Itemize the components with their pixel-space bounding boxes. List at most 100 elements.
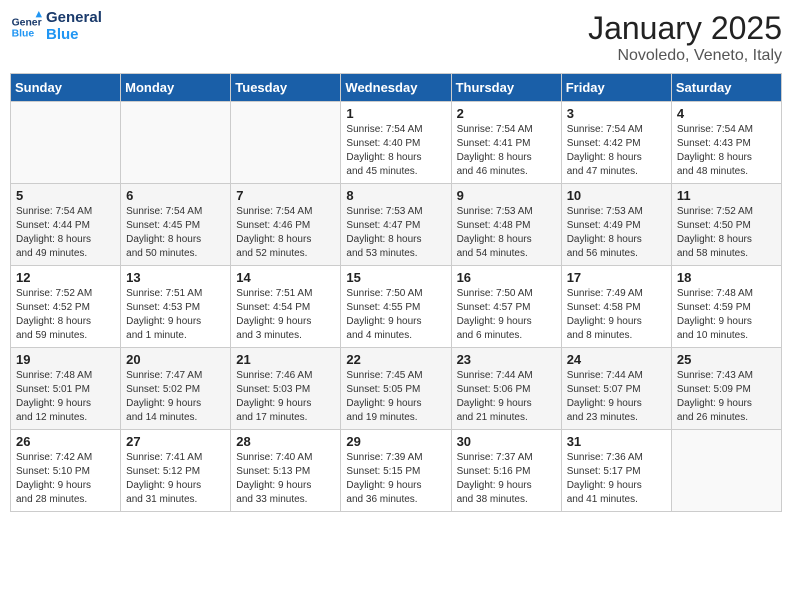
svg-text:General: General <box>12 17 42 28</box>
day-number: 22 <box>346 352 445 367</box>
day-info: Sunrise: 7:54 AM Sunset: 4:46 PM Dayligh… <box>236 205 335 261</box>
calendar-table: SundayMondayTuesdayWednesdayThursdayFrid… <box>10 73 782 512</box>
calendar-header-row: SundayMondayTuesdayWednesdayThursdayFrid… <box>11 74 782 102</box>
day-number: 17 <box>567 270 666 285</box>
calendar-cell: 9Sunrise: 7:53 AM Sunset: 4:48 PM Daylig… <box>451 184 561 266</box>
day-info: Sunrise: 7:52 AM Sunset: 4:52 PM Dayligh… <box>16 287 115 343</box>
weekday-header: Sunday <box>11 74 121 102</box>
day-number: 12 <box>16 270 115 285</box>
calendar-cell: 22 Sunrise: 7:45 AM Sunset: 5:05 PM Dayli… <box>341 348 451 430</box>
title-area: January 2025 Novoledo, Veneto, Italy <box>588 10 782 65</box>
weekday-header: Tuesday <box>231 74 341 102</box>
calendar-cell: 30 Sunrise: 7:37 AM Sunset: 5:16 PM Dayli… <box>451 430 561 512</box>
calendar-week-row: 1 Sunrise: 7:54 AM Sunset: 4:40 PM Daylig… <box>11 102 782 184</box>
day-number: 29 <box>346 434 445 449</box>
day-info: Sunrise: 7:53 AM Sunset: 4:47 PM Dayligh… <box>346 205 445 261</box>
calendar-cell: 17 Sunrise: 7:49 AM Sunset: 4:58 PM Dayli… <box>561 266 671 348</box>
day-number: 1 <box>346 106 445 121</box>
logo: General Blue General Blue <box>10 10 102 43</box>
calendar-cell: 13Sunrise: 7:51 AM Sunset: 4:53 PM Dayli… <box>121 266 231 348</box>
day-info: Sunrise: 7:54 AM Sunset: 4:43 PM Dayligh… <box>677 123 776 179</box>
day-number: 5 <box>16 188 115 203</box>
day-info: Sunrise: 7:45 AM Sunset: 5:05 PM Dayligh… <box>346 369 445 425</box>
calendar-cell: 23 Sunrise: 7:44 AM Sunset: 5:06 PM Dayli… <box>451 348 561 430</box>
day-number: 10 <box>567 188 666 203</box>
day-info: Sunrise: 7:49 AM Sunset: 4:58 PM Dayligh… <box>567 287 666 343</box>
calendar-week-row: 12 Sunrise: 7:52 AM Sunset: 4:52 PM Dayli… <box>11 266 782 348</box>
day-info: Sunrise: 7:51 AM Sunset: 4:53 PM Dayligh… <box>126 287 225 343</box>
day-number: 9 <box>457 188 556 203</box>
calendar-cell: 11Sunrise: 7:52 AM Sunset: 4:50 PM Dayli… <box>671 184 781 266</box>
day-info: Sunrise: 7:43 AM Sunset: 5:09 PM Dayligh… <box>677 369 776 425</box>
day-number: 27 <box>126 434 225 449</box>
calendar-cell: 26 Sunrise: 7:42 AM Sunset: 5:10 PM Dayli… <box>11 430 121 512</box>
day-number: 28 <box>236 434 335 449</box>
calendar-week-row: 5 Sunrise: 7:54 AM Sunset: 4:44 PM Daylig… <box>11 184 782 266</box>
day-number: 23 <box>457 352 556 367</box>
calendar-cell: 14Sunrise: 7:51 AM Sunset: 4:54 PM Dayli… <box>231 266 341 348</box>
day-number: 6 <box>126 188 225 203</box>
header: General Blue General Blue January 2025 N… <box>10 10 782 65</box>
day-number: 7 <box>236 188 335 203</box>
day-info: Sunrise: 7:54 AM Sunset: 4:41 PM Dayligh… <box>457 123 556 179</box>
weekday-header: Monday <box>121 74 231 102</box>
calendar-cell: 25 Sunrise: 7:43 AM Sunset: 5:09 PM Dayli… <box>671 348 781 430</box>
day-number: 24 <box>567 352 666 367</box>
day-number: 19 <box>16 352 115 367</box>
day-info: Sunrise: 7:48 AM Sunset: 4:59 PM Dayligh… <box>677 287 776 343</box>
svg-text:Blue: Blue <box>12 28 35 39</box>
day-info: Sunrise: 7:54 AM Sunset: 4:42 PM Dayligh… <box>567 123 666 179</box>
day-number: 4 <box>677 106 776 121</box>
day-number: 30 <box>457 434 556 449</box>
day-info: Sunrise: 7:54 AM Sunset: 4:45 PM Dayligh… <box>126 205 225 261</box>
calendar-cell: 29 Sunrise: 7:39 AM Sunset: 5:15 PM Dayli… <box>341 430 451 512</box>
logo-text-general: General <box>46 10 102 27</box>
calendar-cell: 5 Sunrise: 7:54 AM Sunset: 4:44 PM Daylig… <box>11 184 121 266</box>
calendar-cell: 31 Sunrise: 7:36 AM Sunset: 5:17 PM Dayli… <box>561 430 671 512</box>
weekday-header: Wednesday <box>341 74 451 102</box>
day-info: Sunrise: 7:51 AM Sunset: 4:54 PM Dayligh… <box>236 287 335 343</box>
calendar-cell: 28Sunrise: 7:40 AM Sunset: 5:13 PM Dayli… <box>231 430 341 512</box>
day-info: Sunrise: 7:54 AM Sunset: 4:40 PM Dayligh… <box>346 123 445 179</box>
day-number: 8 <box>346 188 445 203</box>
day-number: 31 <box>567 434 666 449</box>
calendar-cell: 2 Sunrise: 7:54 AM Sunset: 4:41 PM Daylig… <box>451 102 561 184</box>
day-info: Sunrise: 7:36 AM Sunset: 5:17 PM Dayligh… <box>567 451 666 507</box>
day-number: 11 <box>677 188 776 203</box>
calendar-cell <box>121 102 231 184</box>
weekday-header: Thursday <box>451 74 561 102</box>
day-number: 26 <box>16 434 115 449</box>
calendar-cell <box>11 102 121 184</box>
calendar-cell: 8 Sunrise: 7:53 AM Sunset: 4:47 PM Daylig… <box>341 184 451 266</box>
calendar-cell: 12 Sunrise: 7:52 AM Sunset: 4:52 PM Dayli… <box>11 266 121 348</box>
calendar-cell: 27 Sunrise: 7:41 AM Sunset: 5:12 PM Dayli… <box>121 430 231 512</box>
day-info: Sunrise: 7:39 AM Sunset: 5:15 PM Dayligh… <box>346 451 445 507</box>
calendar-cell: 19Sunrise: 7:48 AM Sunset: 5:01 PM Dayli… <box>11 348 121 430</box>
day-number: 3 <box>567 106 666 121</box>
logo-text-blue: Blue <box>46 27 102 44</box>
calendar-cell: 6 Sunrise: 7:54 AM Sunset: 4:45 PM Daylig… <box>121 184 231 266</box>
calendar-cell: 24Sunrise: 7:44 AM Sunset: 5:07 PM Dayli… <box>561 348 671 430</box>
day-info: Sunrise: 7:54 AM Sunset: 4:44 PM Dayligh… <box>16 205 115 261</box>
calendar-week-row: 19Sunrise: 7:48 AM Sunset: 5:01 PM Dayli… <box>11 348 782 430</box>
day-number: 21 <box>236 352 335 367</box>
calendar-cell: 18 Sunrise: 7:48 AM Sunset: 4:59 PM Dayli… <box>671 266 781 348</box>
day-number: 16 <box>457 270 556 285</box>
day-number: 18 <box>677 270 776 285</box>
day-number: 2 <box>457 106 556 121</box>
calendar-cell: 1 Sunrise: 7:54 AM Sunset: 4:40 PM Daylig… <box>341 102 451 184</box>
calendar-cell <box>231 102 341 184</box>
day-number: 25 <box>677 352 776 367</box>
month-title: January 2025 <box>588 10 782 47</box>
day-info: Sunrise: 7:47 AM Sunset: 5:02 PM Dayligh… <box>126 369 225 425</box>
calendar-cell: 3 Sunrise: 7:54 AM Sunset: 4:42 PM Daylig… <box>561 102 671 184</box>
calendar-cell <box>671 430 781 512</box>
day-info: Sunrise: 7:37 AM Sunset: 5:16 PM Dayligh… <box>457 451 556 507</box>
day-info: Sunrise: 7:42 AM Sunset: 5:10 PM Dayligh… <box>16 451 115 507</box>
calendar-cell: 10 Sunrise: 7:53 AM Sunset: 4:49 PM Dayli… <box>561 184 671 266</box>
day-info: Sunrise: 7:44 AM Sunset: 5:06 PM Dayligh… <box>457 369 556 425</box>
day-info: Sunrise: 7:41 AM Sunset: 5:12 PM Dayligh… <box>126 451 225 507</box>
day-info: Sunrise: 7:53 AM Sunset: 4:49 PM Dayligh… <box>567 205 666 261</box>
calendar-cell: 15Sunrise: 7:50 AM Sunset: 4:55 PM Dayli… <box>341 266 451 348</box>
calendar-cell: 16Sunrise: 7:50 AM Sunset: 4:57 PM Dayli… <box>451 266 561 348</box>
